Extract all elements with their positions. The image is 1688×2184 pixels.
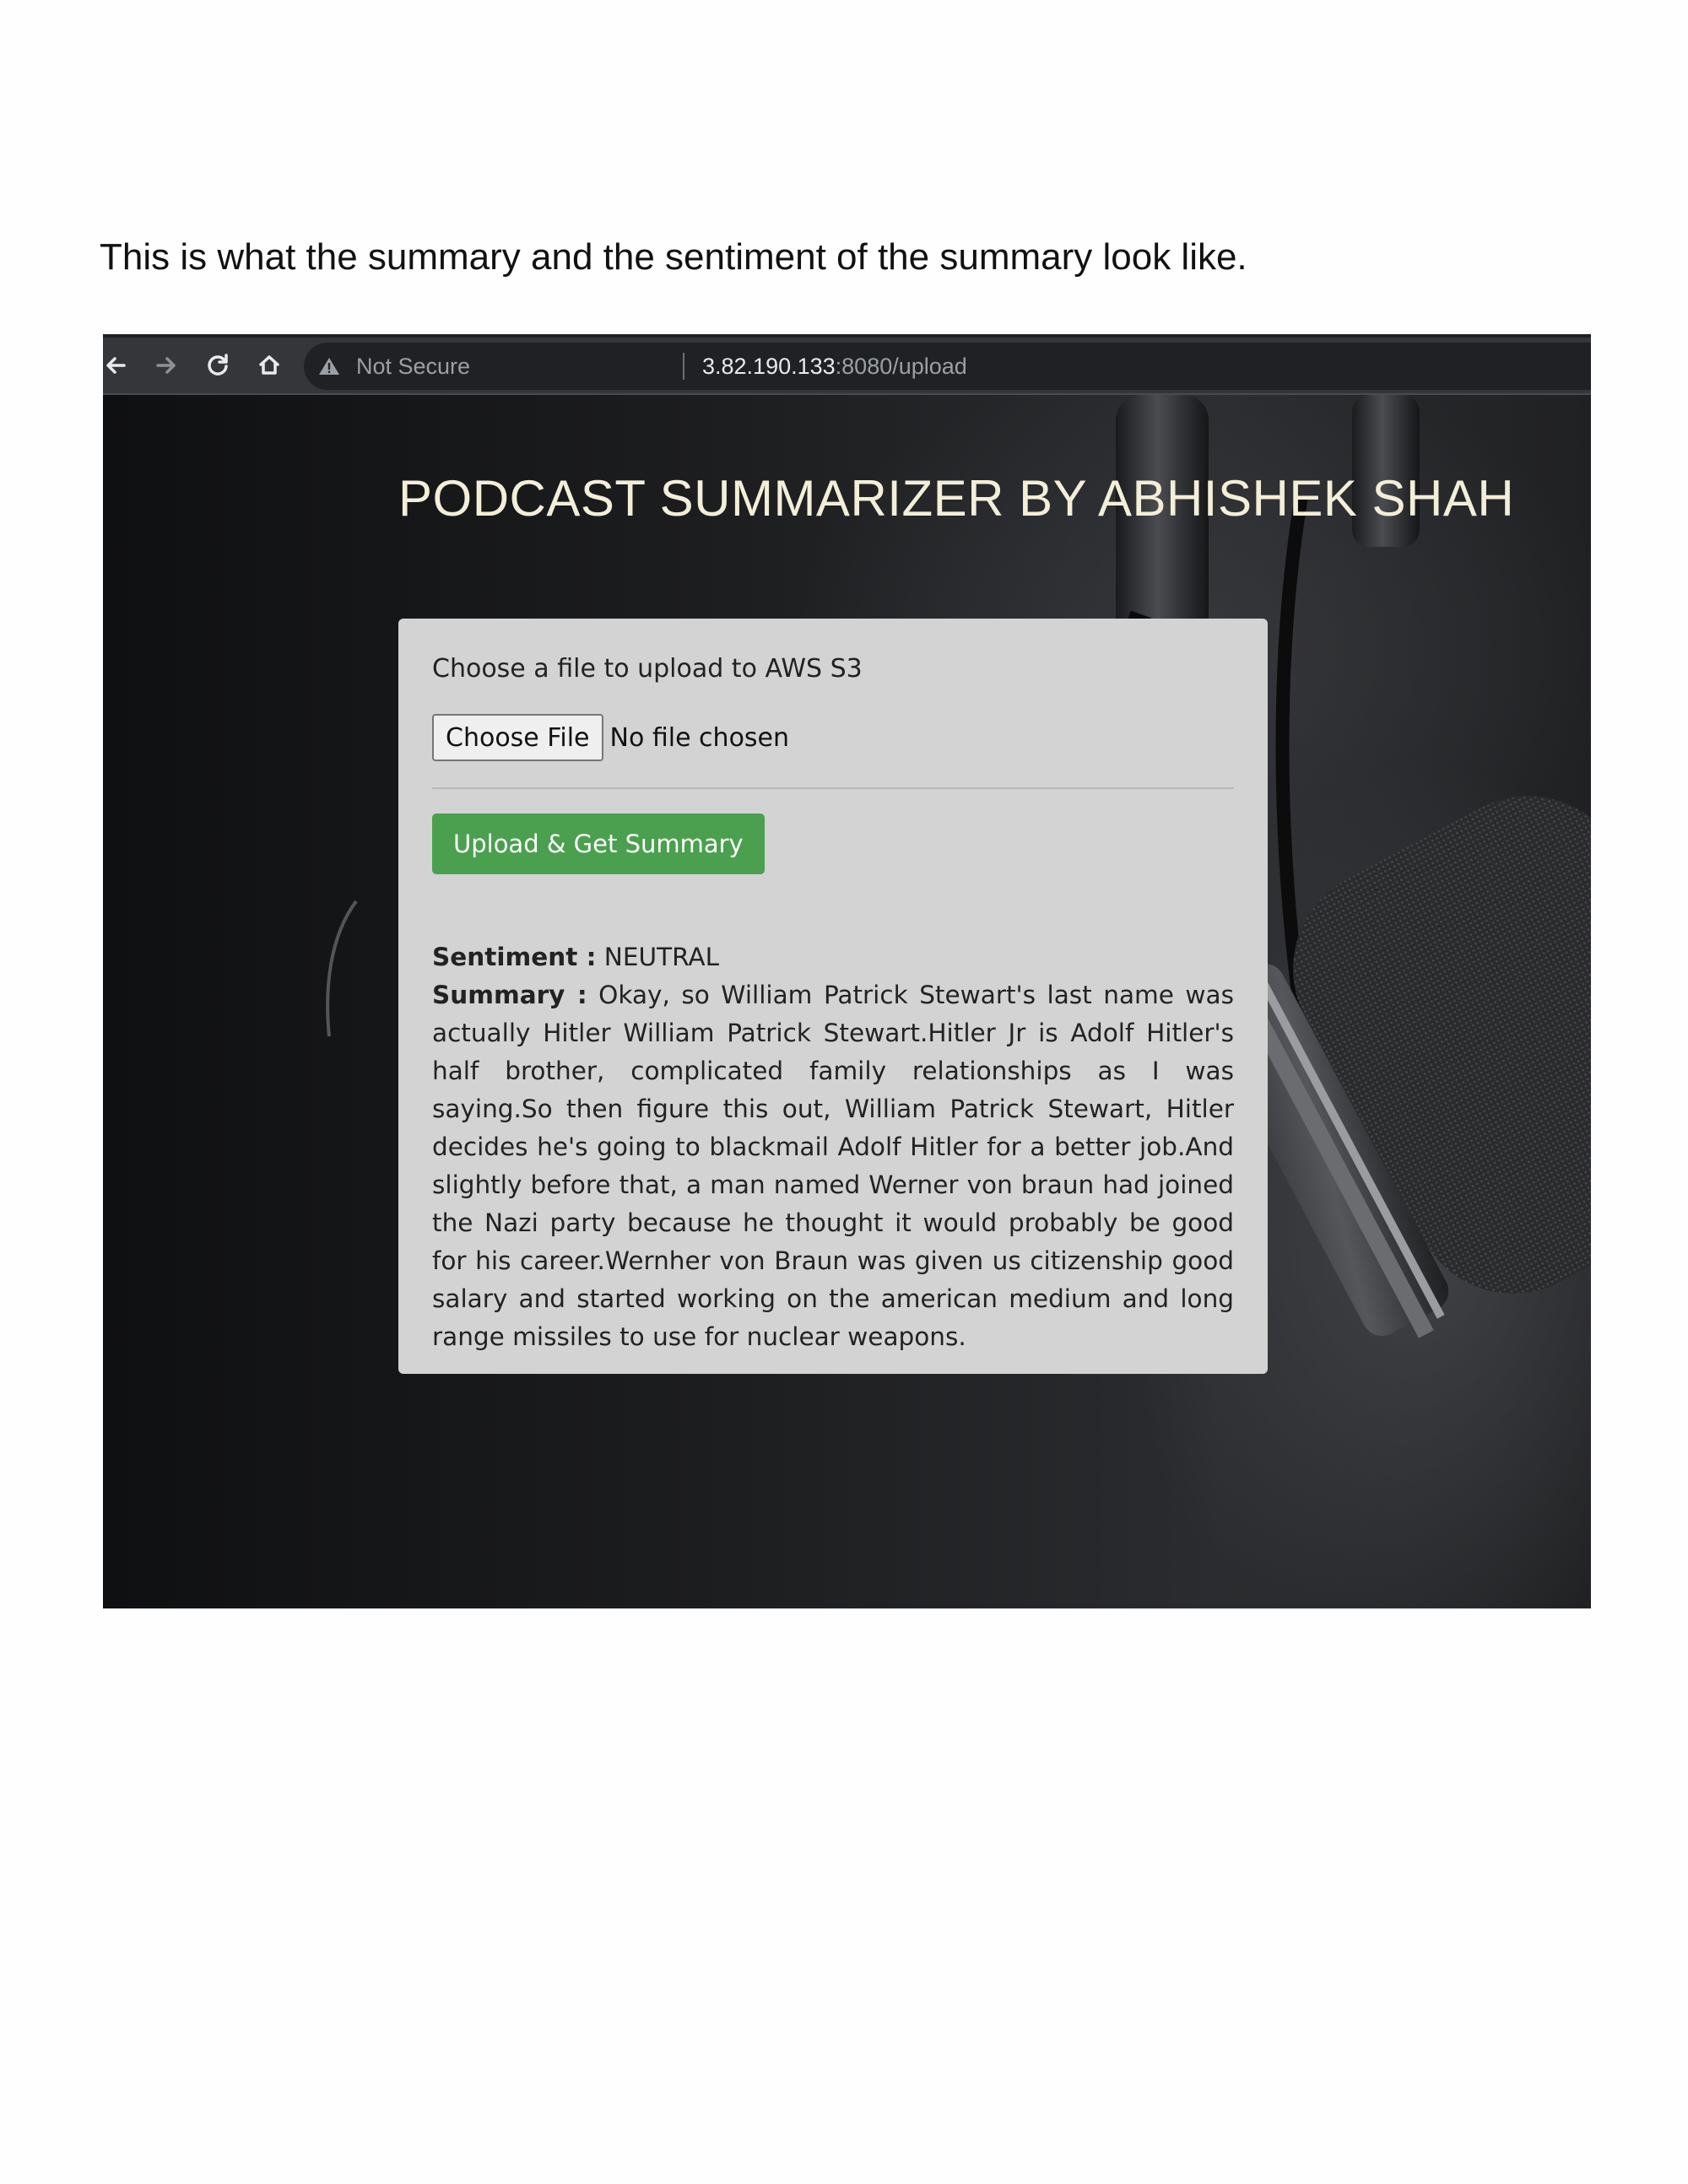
file-status-text: No file chosen [609,722,790,753]
sentiment-line: Sentiment : NEUTRAL [432,938,1234,976]
sentiment-value: NEUTRAL [603,943,720,971]
browser-screenshot: Not Secure 3.82.190.133:8080/upload PODC… [103,334,1591,1608]
back-arrow-icon[interactable] [103,346,137,385]
choose-file-button[interactable]: Choose File [432,714,603,761]
page-title: PODCAST SUMMARIZER BY ABHISHEK SHAH [398,470,1515,527]
url-host: 3.82.190.133 [702,354,836,379]
sentiment-label: Sentiment : [432,943,597,971]
home-icon[interactable] [250,346,289,385]
result-section: Sentiment : NEUTRAL Summary : Okay, so W… [432,938,1234,1356]
url-path: :8080/upload [835,354,967,379]
forward-arrow-icon[interactable] [147,346,186,385]
file-input[interactable]: Choose File No file chosen [432,714,789,761]
security-label[interactable]: Not Secure [356,354,470,380]
summary-label: Summary : [432,981,587,1009]
upload-label: Choose a file to upload to AWS S3 [432,654,863,684]
omnibox-separator [683,353,684,380]
summary-paragraph: Summary : Okay, so William Patrick Stewa… [432,976,1234,1356]
url-text[interactable]: 3.82.190.133:8080/upload [702,354,967,380]
warning-icon[interactable] [317,354,341,378]
document-caption: This is what the summary and the sentime… [100,236,1247,278]
address-bar[interactable]: Not Secure 3.82.190.133:8080/upload [304,343,1591,390]
reload-icon[interactable] [198,346,237,385]
form-divider [432,787,1234,789]
upload-summary-button[interactable]: Upload & Get Summary [432,814,765,874]
summary-text: Okay, so William Patrick Stewart's last … [432,981,1235,1351]
upload-card: Choose a file to upload to AWS S3 Choose… [398,619,1268,1374]
browser-toolbar: Not Secure 3.82.190.133:8080/upload [103,334,1591,393]
